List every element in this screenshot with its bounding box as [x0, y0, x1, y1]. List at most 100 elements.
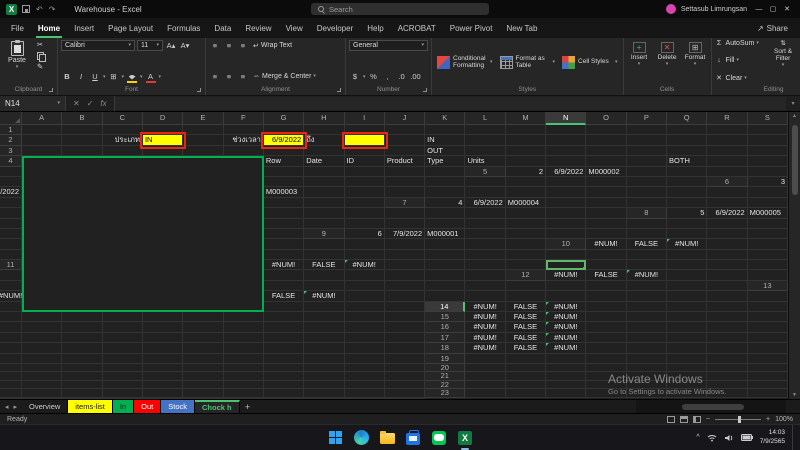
cell-L4[interactable] [707, 156, 747, 166]
cell-P13[interactable] [264, 302, 304, 312]
cell-R17[interactable] [345, 343, 385, 353]
cell-R2[interactable] [707, 135, 747, 145]
row-header-12[interactable]: 12 [506, 270, 546, 280]
cut-icon[interactable]: ✂ [34, 40, 46, 50]
ribbon-tab-review[interactable]: Review [238, 18, 278, 38]
cell-M13[interactable] [707, 291, 747, 301]
increase-decimal-icon[interactable]: .0 [396, 72, 408, 82]
sheet-tab-items-list[interactable]: items-list [68, 400, 113, 413]
cell-S7[interactable] [586, 208, 626, 218]
align-top-icon[interactable]: ≡ [209, 41, 221, 51]
font-dialog-launcher[interactable] [197, 88, 201, 92]
cell-L18[interactable] [103, 354, 143, 364]
ribbon-tab-page-layout[interactable]: Page Layout [101, 18, 160, 38]
scroll-up-icon[interactable]: ▲ [792, 113, 797, 119]
cell-P7[interactable] [465, 208, 505, 218]
cell-S9[interactable] [506, 239, 546, 249]
cell-I10[interactable] [345, 250, 385, 260]
cell-F8[interactable] [304, 219, 344, 229]
cell-M7[interactable] [345, 208, 385, 218]
cell-E18[interactable] [627, 343, 667, 353]
cell-E4[interactable]: Type [425, 156, 465, 166]
cell-E20[interactable] [627, 364, 667, 373]
cell-F1[interactable] [224, 125, 264, 135]
cell-S17[interactable] [385, 343, 425, 353]
col-header-I[interactable]: I [345, 112, 385, 125]
cell-N12[interactable] [506, 281, 546, 291]
cell-I15[interactable] [0, 322, 22, 332]
col-header-R[interactable]: R [707, 112, 747, 125]
col-header-A[interactable]: A [22, 112, 62, 125]
cell-H22[interactable] [748, 381, 788, 390]
cell-I6[interactable] [506, 187, 546, 197]
cell-I2[interactable] [345, 135, 385, 145]
cell-Q12[interactable] [627, 281, 667, 291]
cell-S4[interactable] [425, 167, 465, 177]
cell-Q6[interactable] [264, 198, 304, 208]
col-header-H[interactable]: H [304, 112, 344, 125]
paste-button[interactable]: Paste ▾ [3, 40, 31, 70]
cell-O12[interactable] [546, 281, 586, 291]
scrollbar-thumb[interactable] [792, 125, 798, 195]
cell-D20[interactable] [586, 364, 626, 373]
cell-H19[interactable] [748, 354, 788, 364]
cell-R18[interactable] [345, 354, 385, 364]
cell-B12[interactable]: FALSE [586, 270, 626, 280]
cell-D21[interactable] [586, 372, 626, 381]
cell-G23[interactable] [707, 389, 747, 398]
show-desktop-button[interactable] [792, 425, 794, 450]
cell-O1[interactable] [586, 125, 626, 135]
cell-D2[interactable]: IN [143, 135, 183, 145]
cell-R5[interactable] [627, 177, 667, 187]
cell-K14[interactable] [62, 312, 102, 322]
cell-O4[interactable] [264, 167, 304, 177]
cell-M4[interactable] [748, 156, 788, 166]
cell-S15[interactable] [385, 322, 425, 332]
col-header-O[interactable]: O [586, 112, 626, 125]
cell-D14[interactable] [586, 302, 626, 312]
cell-A22[interactable] [465, 381, 505, 390]
cell-B11[interactable]: FALSE [304, 260, 344, 270]
cell-D6[interactable] [304, 187, 344, 197]
cell-Q11[interactable] [385, 270, 425, 280]
cell-B20[interactable] [506, 364, 546, 373]
sheet-tab-out[interactable]: Out [134, 400, 161, 413]
cell-L12[interactable] [425, 281, 465, 291]
cell-K17[interactable] [62, 343, 102, 353]
cell-J7[interactable] [0, 208, 22, 218]
insert-function-icon[interactable]: fx [100, 99, 106, 108]
cell-D11[interactable] [385, 260, 425, 270]
cell-A6[interactable]: 3 [748, 177, 788, 187]
cell-Q4[interactable] [345, 167, 385, 177]
cell-B8[interactable]: 6/9/2022 [707, 208, 747, 218]
cell-O2[interactable] [586, 135, 626, 145]
cell-Q5[interactable] [586, 177, 626, 187]
cell-H9[interactable] [627, 229, 667, 239]
cell-O21[interactable] [224, 381, 264, 390]
cell-I4[interactable] [586, 156, 626, 166]
cell-B7[interactable]: 6/9/2022 [465, 198, 505, 208]
cell-C20[interactable] [546, 364, 586, 373]
row-header-6[interactable]: 6 [707, 177, 747, 187]
cell-I8[interactable] [425, 219, 465, 229]
cell-S19[interactable] [385, 364, 425, 373]
bold-button[interactable]: B [61, 72, 73, 82]
select-all-corner[interactable] [0, 112, 22, 125]
cell-Q16[interactable] [304, 333, 344, 343]
cell-A3[interactable] [22, 146, 62, 156]
cell-K7[interactable] [264, 208, 304, 218]
page-break-view-icon[interactable] [693, 416, 701, 423]
cell-G22[interactable] [707, 381, 747, 390]
cell-N6[interactable] [707, 187, 747, 197]
cell-H14[interactable] [748, 302, 788, 312]
col-header-M[interactable]: M [506, 112, 546, 125]
copy-icon[interactable] [34, 51, 46, 61]
col-header-C[interactable]: C [103, 112, 143, 125]
zoom-slider[interactable] [715, 419, 761, 420]
cell-R14[interactable] [345, 312, 385, 322]
cell-N20[interactable] [183, 372, 223, 381]
row-header-5[interactable]: 5 [465, 167, 505, 177]
cell-H23[interactable] [748, 389, 788, 398]
decrease-decimal-icon[interactable]: .00 [410, 72, 422, 82]
cell-E7[interactable] [586, 198, 626, 208]
